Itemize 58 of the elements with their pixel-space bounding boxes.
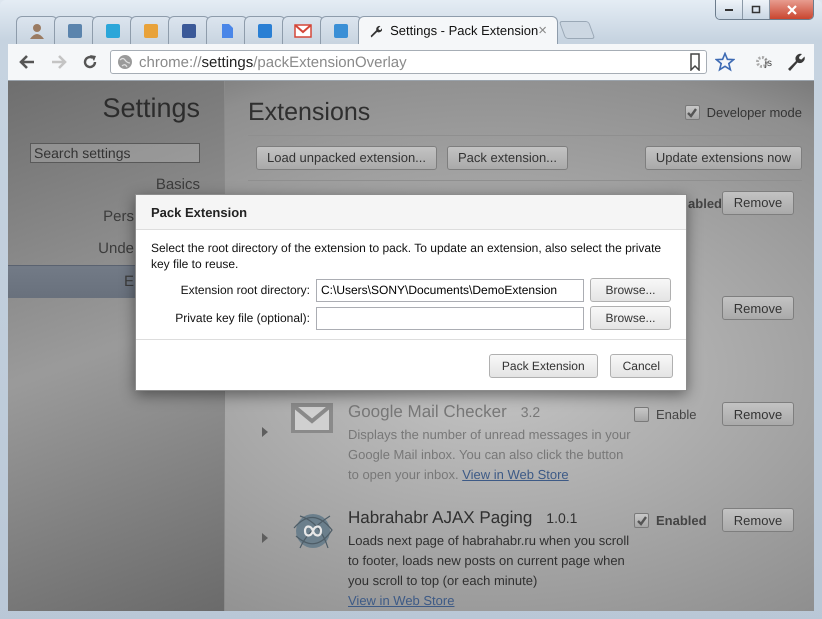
browser-tab[interactable] xyxy=(168,16,210,44)
browser-tab[interactable] xyxy=(320,16,362,44)
enabled-label: Enabled xyxy=(656,513,707,528)
browser-tab[interactable] xyxy=(244,16,286,44)
extensions-title: Extensions xyxy=(248,98,370,128)
extension-name: Google Mail Checker xyxy=(348,402,507,422)
maximize-button[interactable] xyxy=(743,0,770,19)
bookmark-icon[interactable] xyxy=(690,53,700,71)
remove-button[interactable]: Remove xyxy=(722,190,794,215)
extension-description: Loads next page of habrahabr.ru when you scroll to footer, loads new posts on current page when you scroll to top (or each minute) View in Web Store xyxy=(348,532,630,610)
checkbox[interactable] xyxy=(634,513,649,528)
path-field[interactable]: C:\Users\SONY\Documents\DemoExtension xyxy=(316,278,584,302)
dialog-title: Pack Extension xyxy=(136,195,686,230)
extension-name: Habrahabr AJAX Paging xyxy=(348,508,532,528)
browser-tab[interactable] xyxy=(16,16,58,44)
enabled-label: Enable xyxy=(656,407,696,422)
web-store-link[interactable]: View in Web Store xyxy=(462,467,569,482)
envelope-icon xyxy=(290,402,334,434)
search-field[interactable]: Search settings xyxy=(30,143,200,163)
dialog-button[interactable]: Cancel xyxy=(610,354,673,378)
toolbar-button[interactable]: Update extensions now xyxy=(644,146,802,170)
browse-button[interactable]: Browse... xyxy=(590,306,671,330)
close-button[interactable] xyxy=(770,0,813,19)
globe-icon xyxy=(117,54,133,70)
extension-button[interactable]: js xyxy=(754,55,772,69)
checkbox[interactable] xyxy=(684,105,700,120)
checkbox[interactable] xyxy=(634,407,649,422)
settings-title: Settings xyxy=(102,93,201,124)
address-field[interactable]: chrome://settings/packExtensionOverlay xyxy=(110,50,707,74)
developer-mode-label: Developer mode xyxy=(706,105,802,120)
reload-icon[interactable] xyxy=(82,54,98,70)
browser-tab[interactable] xyxy=(282,16,324,44)
toolbar-button[interactable]: Pack extension... xyxy=(447,146,568,170)
field-label: Private key file (optional): xyxy=(175,311,310,325)
dialog-button[interactable]: Pack Extension xyxy=(488,354,598,378)
extension-version: 1.0.1 xyxy=(546,510,578,526)
browser-tab[interactable]: Settings - Pack Extension× xyxy=(358,16,558,44)
expand-arrow-icon[interactable] xyxy=(262,427,268,438)
remove-button[interactable]: Remove xyxy=(722,508,794,532)
enabled-label: abled xyxy=(688,196,722,211)
expand-arrow-icon[interactable] xyxy=(262,533,268,544)
extension-version: 3.2 xyxy=(520,404,540,420)
browse-button[interactable]: Browse... xyxy=(590,278,671,302)
minimize-button[interactable] xyxy=(716,0,743,19)
toolbar-button[interactable]: Load unpacked extension... xyxy=(256,146,438,170)
minimize-icon xyxy=(725,8,733,10)
remove-button[interactable]: Remove xyxy=(722,296,794,320)
wrench-icon[interactable] xyxy=(786,52,806,72)
close-icon xyxy=(786,4,798,14)
maximize-icon xyxy=(751,4,761,14)
path-field[interactable] xyxy=(316,306,584,330)
browser-tab[interactable] xyxy=(206,16,248,44)
new-tab-button[interactable] xyxy=(558,21,596,39)
remove-button[interactable]: Remove xyxy=(722,402,794,426)
browser-tab[interactable] xyxy=(54,16,96,44)
star-icon[interactable] xyxy=(714,52,735,72)
back-arrow-icon[interactable] xyxy=(18,54,36,70)
close-icon[interactable]: × xyxy=(538,22,547,39)
